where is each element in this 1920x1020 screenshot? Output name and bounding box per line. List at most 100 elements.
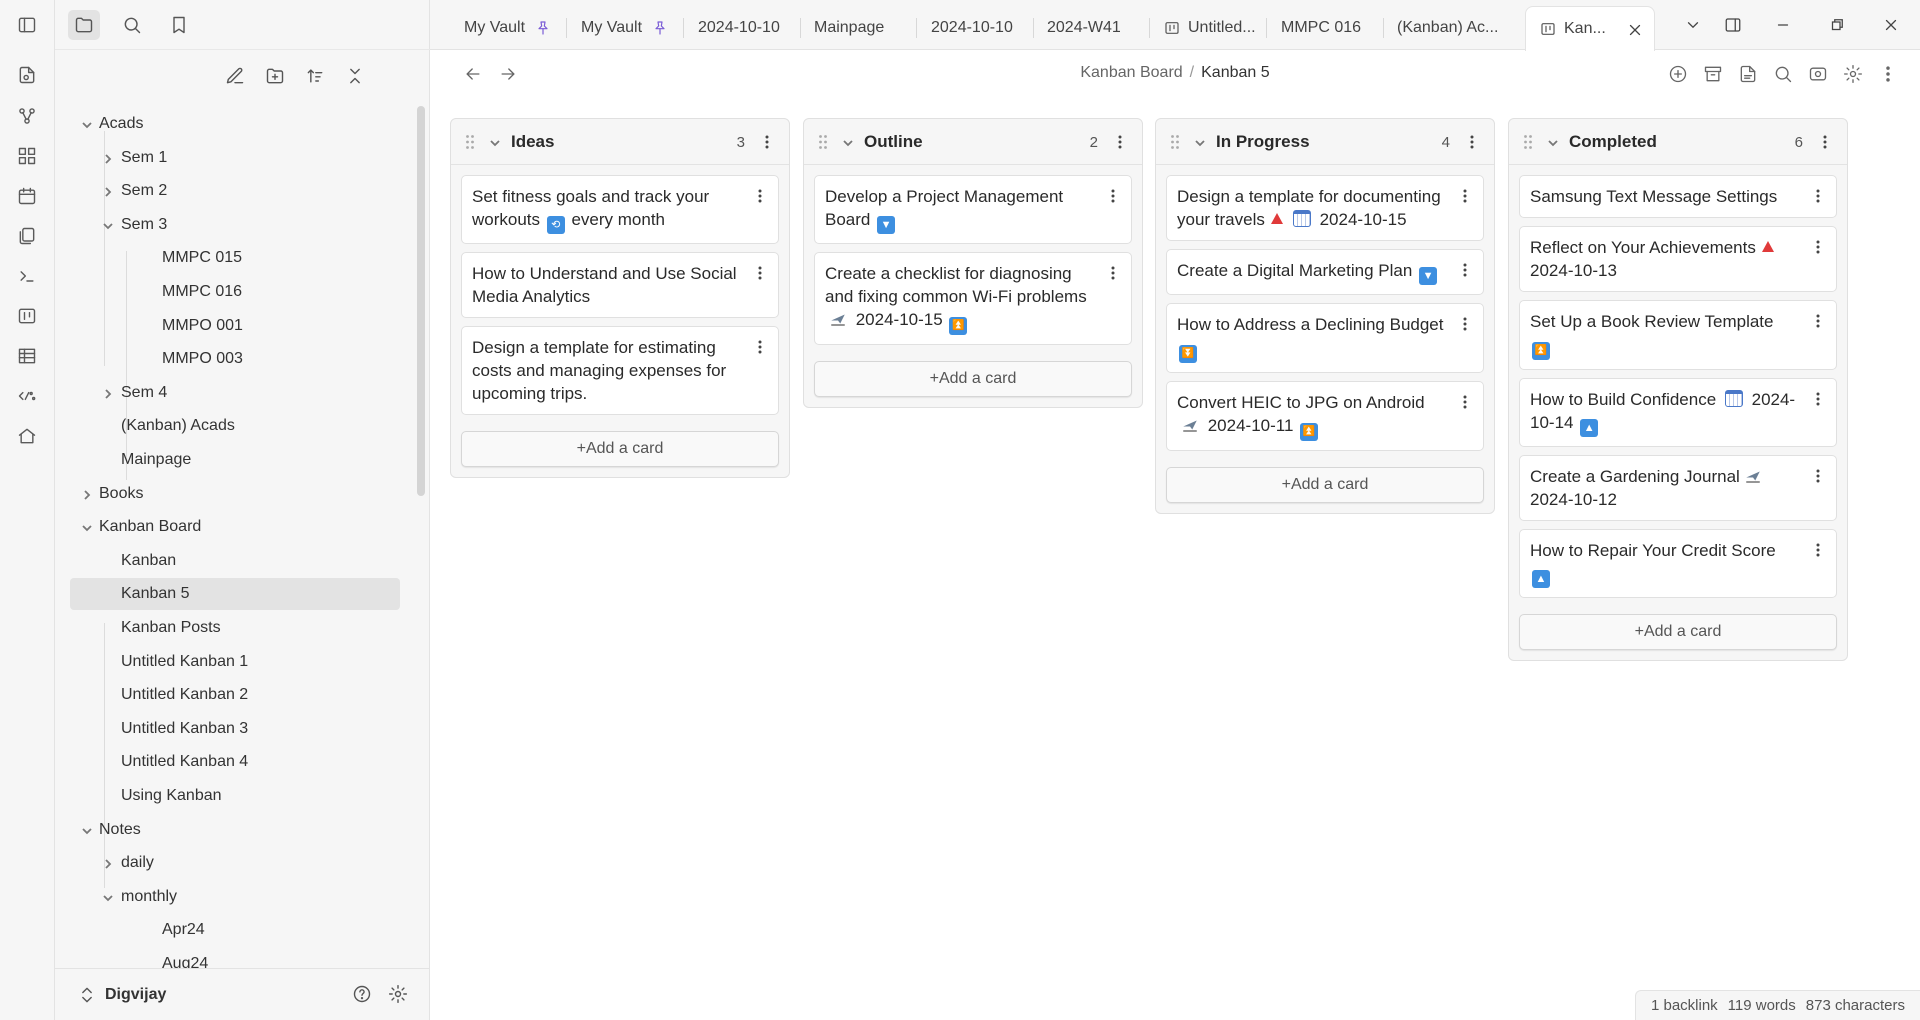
- tree-file-mainpage[interactable]: Mainpage: [55, 444, 415, 476]
- kanban-card[interactable]: Create a Digital Marketing Plan ▼: [1166, 249, 1484, 295]
- vault-name[interactable]: Digvijay: [105, 986, 166, 1004]
- tree-file-kanban-posts[interactable]: Kanban Posts: [55, 612, 415, 644]
- collapse-lane-chevron-down-icon[interactable]: [842, 136, 854, 148]
- help-icon[interactable]: [352, 984, 374, 1006]
- chevron-right-icon[interactable]: [102, 152, 114, 164]
- drag-handle-icon[interactable]: [818, 134, 828, 150]
- tab-1[interactable]: My Vault: [567, 6, 684, 50]
- tab-9[interactable]: Kan...: [1525, 6, 1655, 51]
- tree-folder-notes[interactable]: Notes: [55, 814, 415, 846]
- collapse-lane-chevron-down-icon[interactable]: [1194, 136, 1206, 148]
- templater-icon[interactable]: [14, 383, 40, 409]
- templates-icon[interactable]: [14, 223, 40, 249]
- sidebar-scrollbar[interactable]: [417, 106, 425, 496]
- tree-folder-books[interactable]: Books: [55, 478, 415, 510]
- tree-file-untitled-kanban-4[interactable]: Untitled Kanban 4: [55, 746, 415, 778]
- toggle-right-sidebar-icon[interactable]: [1722, 14, 1744, 36]
- card-menu-kebab-icon[interactable]: [1105, 188, 1121, 204]
- card-menu-kebab-icon[interactable]: [1810, 188, 1826, 204]
- command-palette-icon[interactable]: [14, 263, 40, 289]
- tree-file-kanban-acads[interactable]: (Kanban) Acads: [55, 410, 415, 442]
- backlink-count[interactable]: 1 backlink: [1651, 997, 1718, 1014]
- kanban-card[interactable]: Set Up a Book Review Template ⏫: [1519, 300, 1837, 370]
- tree-folder-sem-4[interactable]: Sem 4: [55, 377, 415, 409]
- tab-8[interactable]: (Kanban) Ac...: [1383, 6, 1525, 50]
- pin-icon[interactable]: [652, 20, 668, 36]
- daily-note-calendar-icon[interactable]: [14, 183, 40, 209]
- kanban-card[interactable]: How to Address a Declining Budget ⏬: [1166, 303, 1484, 373]
- canvas-icon[interactable]: [14, 143, 40, 169]
- card-menu-kebab-icon[interactable]: [1457, 188, 1473, 204]
- table-icon[interactable]: [14, 343, 40, 369]
- close-tab-icon[interactable]: [1626, 21, 1644, 39]
- tree-file-mmpo-001[interactable]: MMPO 001: [55, 310, 415, 342]
- collapse-lane-chevron-down-icon[interactable]: [1547, 136, 1559, 148]
- lane-title[interactable]: Completed: [1569, 132, 1657, 152]
- kanban-card[interactable]: Design a template for estimating costs a…: [461, 326, 779, 415]
- lane-menu-kebab-icon[interactable]: [1817, 134, 1833, 150]
- add-card-button[interactable]: +Add a card: [1166, 467, 1484, 503]
- kanban-board-icon[interactable]: [14, 303, 40, 329]
- files-tab-folder-icon[interactable]: [68, 10, 100, 40]
- kanban-card[interactable]: Design a template for documenting your t…: [1166, 175, 1484, 241]
- tab-6[interactable]: Untitled...: [1150, 6, 1267, 50]
- tree-file-kanban-5[interactable]: Kanban 5: [70, 578, 400, 611]
- add-card-button[interactable]: +Add a card: [814, 361, 1132, 397]
- kanban-card[interactable]: How to Build Confidence 2024-10-14 ▲: [1519, 378, 1837, 447]
- kanban-card[interactable]: Set fitness goals and track your workout…: [461, 175, 779, 244]
- chevron-down-icon[interactable]: [81, 118, 93, 130]
- lane-title[interactable]: In Progress: [1216, 132, 1310, 152]
- tree-file-mmpc-016[interactable]: MMPC 016: [55, 276, 415, 308]
- tab-list-chevron-down-icon[interactable]: [1682, 14, 1704, 36]
- sort-order-icon[interactable]: [301, 62, 329, 90]
- drag-handle-icon[interactable]: [465, 134, 475, 150]
- kanban-card[interactable]: Reflect on Your Achievements 2024-10-13: [1519, 226, 1837, 292]
- toggle-sidebar-icon[interactable]: [14, 12, 40, 38]
- kanban-card[interactable]: Samsung Text Message Settings: [1519, 175, 1837, 218]
- drag-handle-icon[interactable]: [1523, 134, 1533, 150]
- card-menu-kebab-icon[interactable]: [1457, 394, 1473, 410]
- chevron-right-icon[interactable]: [81, 488, 93, 500]
- new-note-icon[interactable]: [221, 62, 249, 90]
- card-menu-kebab-icon[interactable]: [1810, 542, 1826, 558]
- card-menu-kebab-icon[interactable]: [1457, 316, 1473, 332]
- tree-file-using-kanban[interactable]: Using Kanban: [55, 780, 415, 812]
- tree-file-mmpo-003[interactable]: MMPO 003: [55, 343, 415, 375]
- add-list-plus-circle-icon[interactable]: [1666, 62, 1690, 86]
- search-tab-search-icon[interactable]: [116, 10, 148, 40]
- card-menu-kebab-icon[interactable]: [1810, 391, 1826, 407]
- chevron-right-icon[interactable]: [102, 857, 114, 869]
- chevron-right-icon[interactable]: [102, 185, 114, 197]
- tab-0[interactable]: My Vault: [450, 6, 567, 50]
- card-menu-kebab-icon[interactable]: [1810, 239, 1826, 255]
- archive-box-icon[interactable]: [1701, 62, 1725, 86]
- collapse-lane-chevron-down-icon[interactable]: [489, 136, 501, 148]
- graph-view-icon[interactable]: [14, 103, 40, 129]
- tree-folder-sem-2[interactable]: Sem 2: [55, 175, 415, 207]
- vault-switch-chevrons-icon[interactable]: [77, 985, 97, 1005]
- card-menu-kebab-icon[interactable]: [1810, 313, 1826, 329]
- add-card-button[interactable]: +Add a card: [1519, 614, 1837, 650]
- drag-handle-icon[interactable]: [1170, 134, 1180, 150]
- open-quick-switcher-icon[interactable]: [14, 62, 40, 88]
- card-menu-kebab-icon[interactable]: [752, 339, 768, 355]
- bookmarks-tab-bookmark-icon[interactable]: [163, 10, 195, 40]
- card-menu-kebab-icon[interactable]: [1457, 262, 1473, 278]
- tab-5[interactable]: 2024-W41: [1033, 6, 1150, 50]
- chevron-down-icon[interactable]: [102, 891, 114, 903]
- minimize-window-icon[interactable]: [1772, 14, 1794, 36]
- chevron-down-icon[interactable]: [81, 521, 93, 533]
- search-board-icon[interactable]: [1771, 62, 1795, 86]
- chevron-down-icon[interactable]: [102, 219, 114, 231]
- lane-title[interactable]: Ideas: [511, 132, 554, 152]
- restore-window-icon[interactable]: [1826, 14, 1848, 36]
- card-menu-kebab-icon[interactable]: [752, 265, 768, 281]
- open-as-markdown-file-icon[interactable]: [1736, 62, 1760, 86]
- kanban-card[interactable]: Convert HEIC to JPG on Android 2024-10-1…: [1166, 381, 1484, 451]
- add-card-button[interactable]: +Add a card: [461, 431, 779, 467]
- breadcrumb-current[interactable]: Kanban 5: [1201, 64, 1270, 81]
- lane-menu-kebab-icon[interactable]: [1464, 134, 1480, 150]
- chevron-right-icon[interactable]: [102, 387, 114, 399]
- kanban-card[interactable]: Create a checklist for diagnosing and fi…: [814, 252, 1132, 345]
- pin-icon[interactable]: [535, 20, 551, 36]
